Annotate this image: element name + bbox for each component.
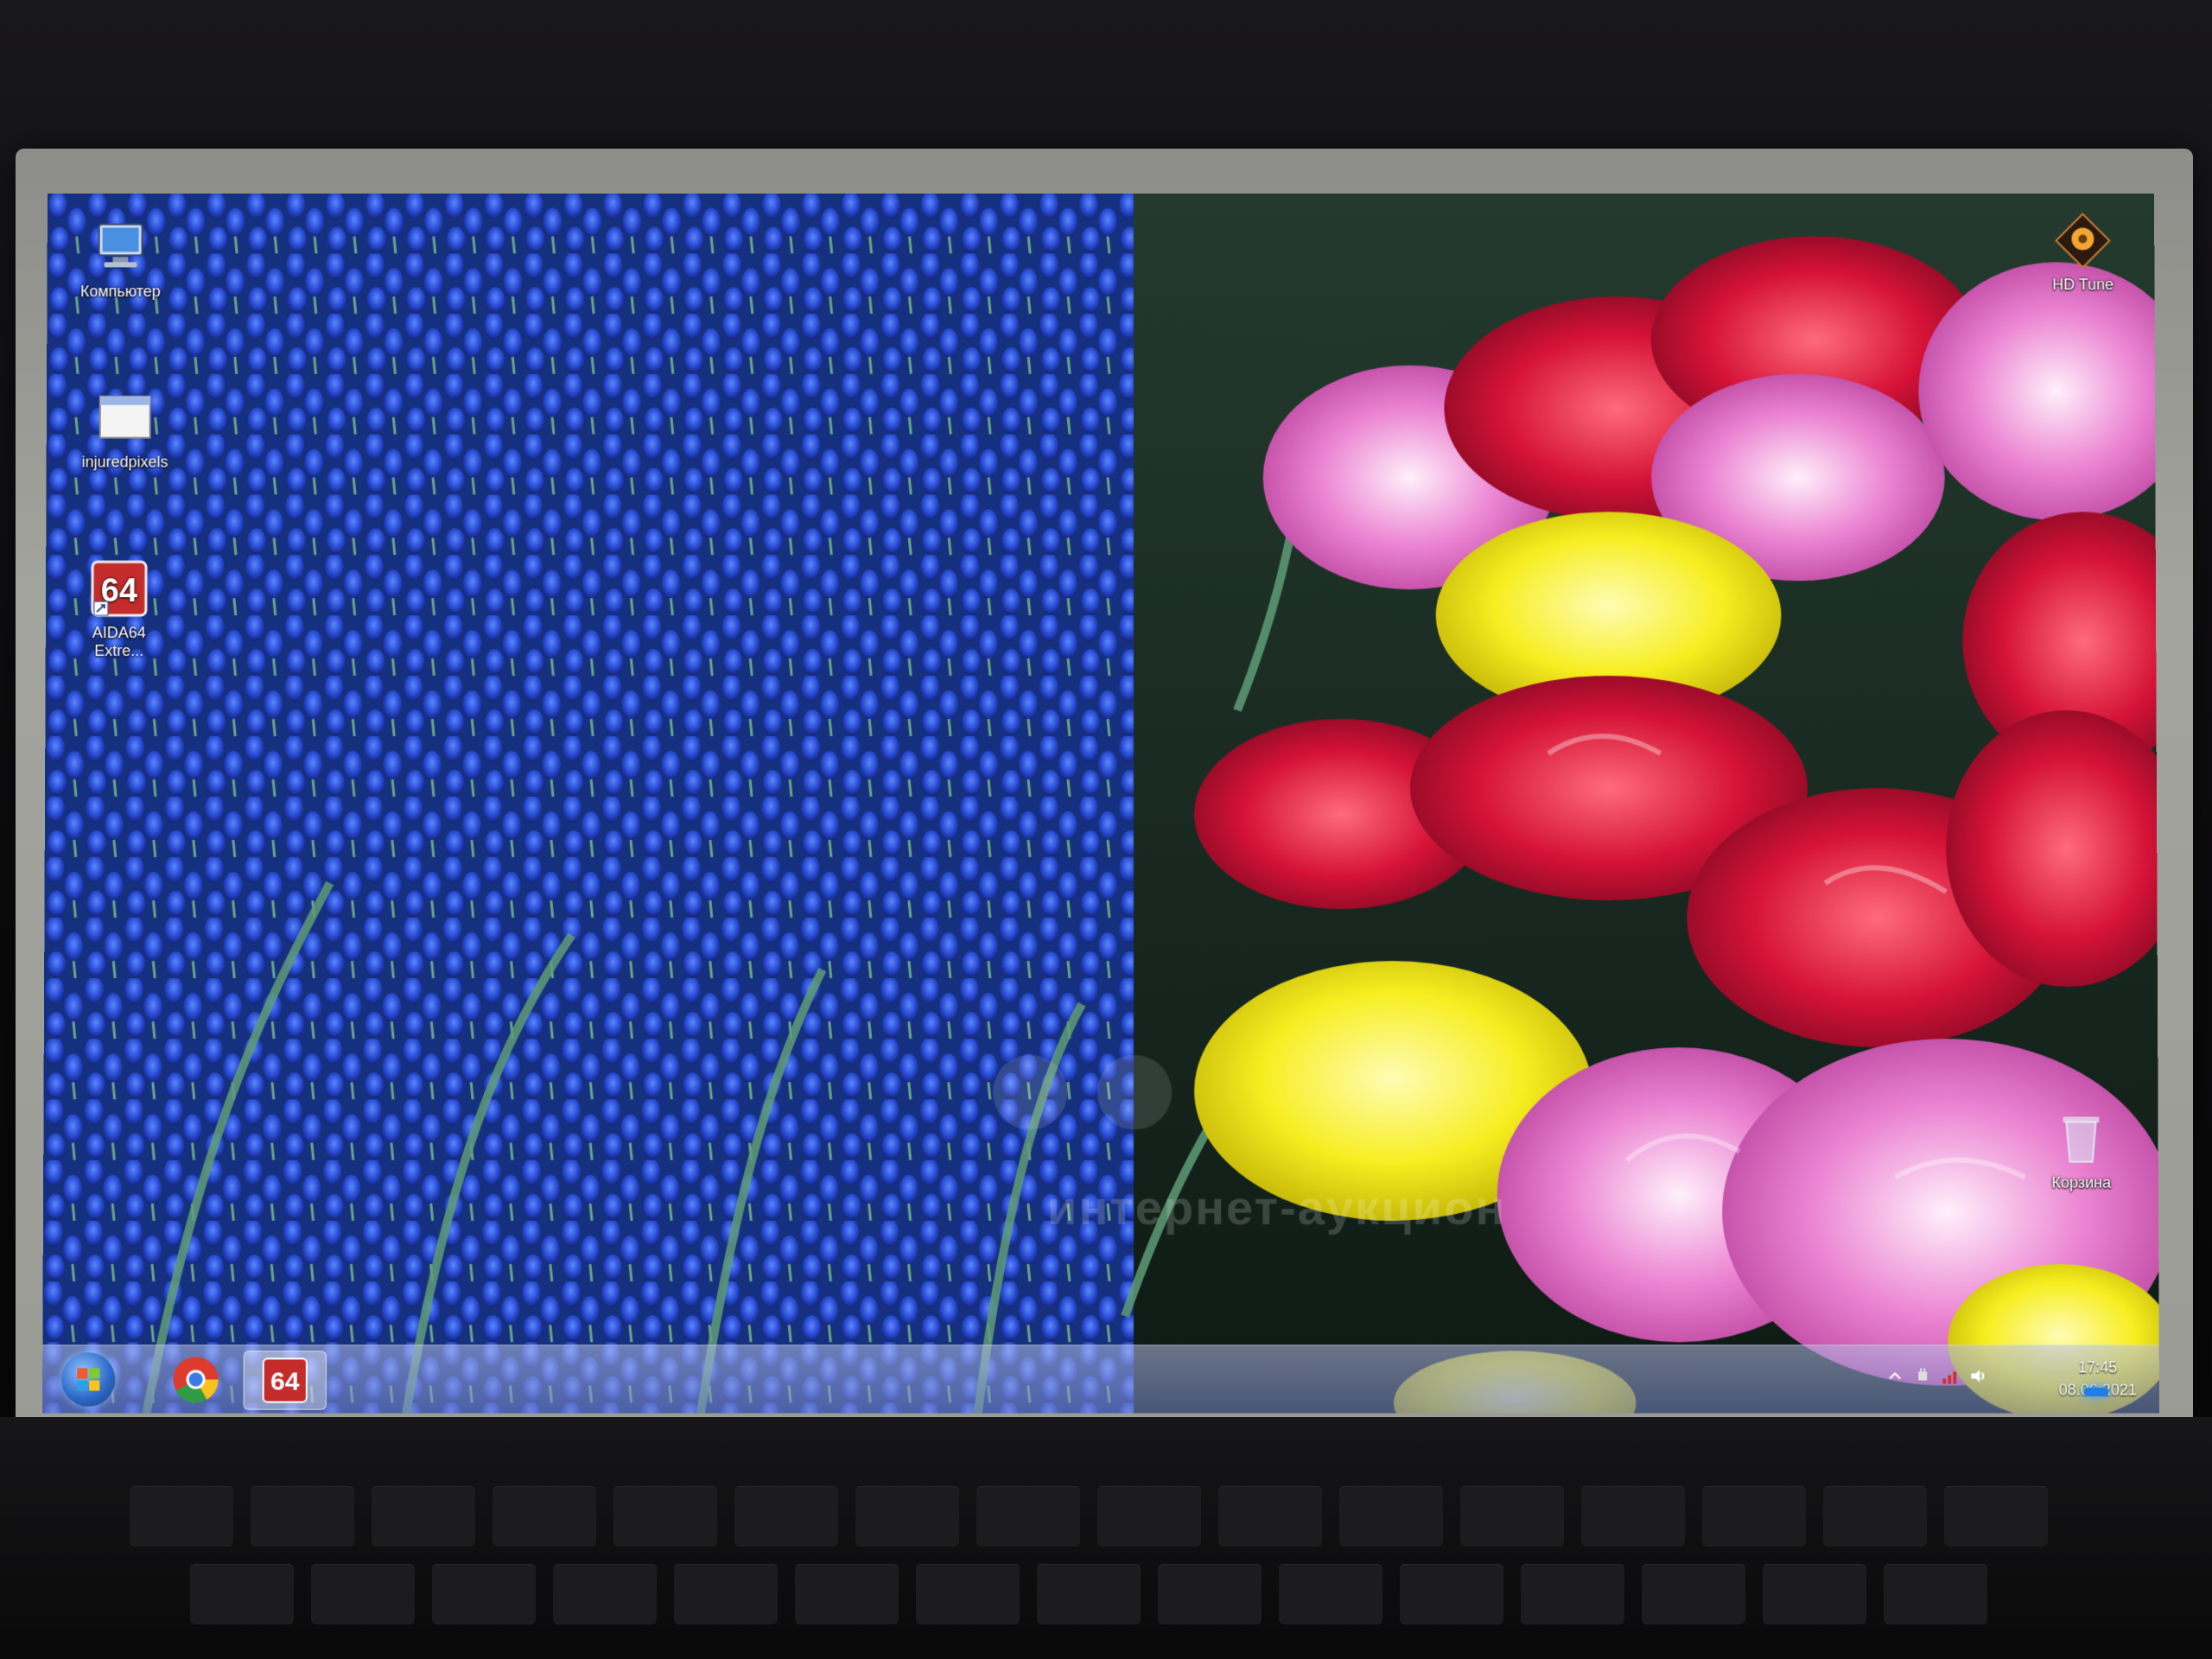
desktop-icon-aida64[interactable]: 64 AIDA64 Extre... xyxy=(63,558,175,660)
desktop-screen[interactable]: интернет-аукцион ●● Компьютер injuredpix… xyxy=(41,193,2160,1414)
desktop-icon-label: HD Tune xyxy=(2052,276,2114,294)
power-led xyxy=(2084,1388,2108,1396)
hdtune-icon xyxy=(2052,211,2113,271)
desktop-icon-label: injuredpixels xyxy=(81,453,168,471)
aida64-taskbar-icon: 64 xyxy=(245,1351,326,1408)
svg-text:64: 64 xyxy=(270,1367,300,1395)
taskbar[interactable]: 64 17:45 08.06.2021 xyxy=(41,1344,2160,1414)
laptop-keyboard xyxy=(0,1417,2212,1659)
power-plug-icon[interactable] xyxy=(1913,1366,1932,1385)
volume-icon[interactable] xyxy=(1968,1366,1987,1385)
desktop-icon-recycle-bin[interactable]: Корзина xyxy=(2024,1108,2138,1192)
watermark-text: интернет-аукцион xyxy=(1046,1179,1507,1235)
show-hidden-icons-icon[interactable] xyxy=(1885,1366,1904,1385)
taskbar-chrome-button[interactable] xyxy=(155,1351,236,1408)
windows-start-icon xyxy=(77,1368,100,1391)
computer-icon xyxy=(90,218,150,278)
taskbar-aida64-button[interactable]: 64 xyxy=(243,1351,327,1410)
desktop-icon-hdtune[interactable]: HD Tune xyxy=(2026,211,2139,295)
desktop-icon-injuredpixels[interactable]: injuredpixels xyxy=(69,388,181,472)
desktop-icon-label: AIDA64 Extre... xyxy=(92,624,146,660)
aida64-icon: 64 xyxy=(89,558,149,619)
watermark-logo: ●● xyxy=(977,985,1187,1179)
system-tray[interactable]: 17:45 08.06.2021 xyxy=(1866,1351,2144,1408)
desktop-icon-label: Корзина xyxy=(2051,1173,2112,1192)
network-icon[interactable] xyxy=(1941,1366,1960,1385)
desktop-icon-label: Компьютер xyxy=(79,283,161,301)
clock-time: 17:45 xyxy=(2077,1358,2118,1376)
window-app-icon xyxy=(95,388,156,448)
windows-start-button[interactable] xyxy=(61,1352,116,1407)
recycle-bin-icon xyxy=(2050,1108,2111,1168)
desktop-icon-computer[interactable]: Компьютер xyxy=(64,218,176,302)
chrome-icon xyxy=(173,1357,219,1403)
